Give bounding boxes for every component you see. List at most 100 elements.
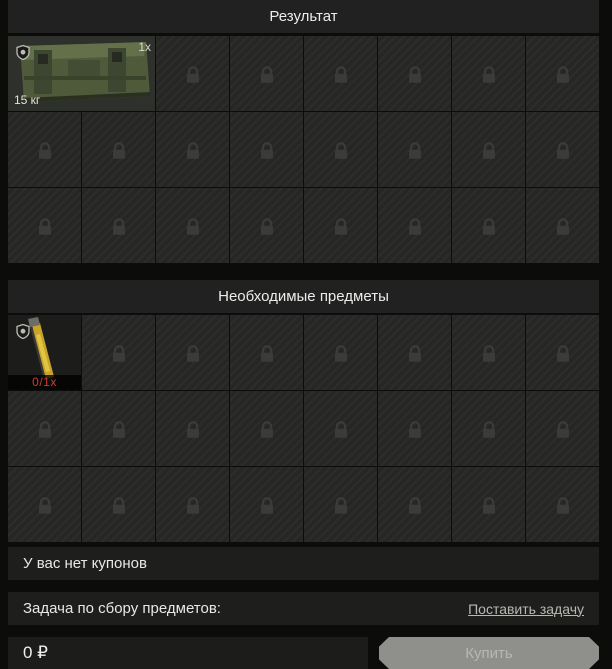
button-edge-left xyxy=(379,637,389,669)
lock-icon xyxy=(482,217,495,235)
locked-slot xyxy=(526,36,599,111)
lock-icon xyxy=(186,217,199,235)
lock-icon xyxy=(112,217,125,235)
task-label: Задача по сбору предметов: xyxy=(23,600,221,617)
lock-icon xyxy=(260,344,273,362)
lock-icon xyxy=(408,420,421,438)
locked-slot xyxy=(304,36,377,111)
lock-icon xyxy=(334,496,347,514)
required-header: Необходимые предметы xyxy=(8,280,599,313)
required-item-slot[interactable]: 0/1x xyxy=(8,315,81,390)
result-header: Результат xyxy=(8,0,599,33)
locked-slot xyxy=(230,112,303,187)
locked-slot xyxy=(156,391,229,466)
lock-icon xyxy=(38,420,51,438)
locked-slot xyxy=(452,467,525,542)
lock-icon xyxy=(260,217,273,235)
lock-icon xyxy=(112,496,125,514)
locked-slot xyxy=(8,391,81,466)
locked-slot xyxy=(452,112,525,187)
lock-icon xyxy=(556,65,569,83)
lock-icon xyxy=(186,420,199,438)
lock-icon xyxy=(408,217,421,235)
lock-icon xyxy=(482,141,495,159)
locked-slot xyxy=(82,315,155,390)
buy-label: Купить xyxy=(465,644,513,662)
lock-icon xyxy=(38,141,51,159)
locked-slot xyxy=(156,315,229,390)
lock-icon xyxy=(38,496,51,514)
lock-icon xyxy=(260,65,273,83)
lock-icon xyxy=(482,344,495,362)
locked-slot xyxy=(526,391,599,466)
result-item-weight: 15 кг xyxy=(14,93,41,107)
locked-slot xyxy=(230,315,303,390)
lock-icon xyxy=(482,496,495,514)
lock-icon xyxy=(112,344,125,362)
set-task-link[interactable]: Поставить задачу xyxy=(468,601,584,617)
locked-slot xyxy=(378,188,451,263)
price-value: 0 ₽ xyxy=(23,643,48,662)
lock-icon xyxy=(112,420,125,438)
locked-slot xyxy=(526,315,599,390)
buy-button[interactable]: Купить xyxy=(379,637,599,669)
lock-icon xyxy=(186,496,199,514)
locked-slot xyxy=(82,391,155,466)
locked-slot xyxy=(156,112,229,187)
lock-icon xyxy=(556,344,569,362)
locked-slot xyxy=(8,467,81,542)
locked-slot xyxy=(82,188,155,263)
lock-icon xyxy=(186,141,199,159)
locked-slot xyxy=(526,467,599,542)
locked-slot xyxy=(304,112,377,187)
locked-slot xyxy=(378,467,451,542)
locked-slot xyxy=(82,467,155,542)
lock-icon xyxy=(408,344,421,362)
locked-slot xyxy=(378,391,451,466)
locked-slot xyxy=(156,188,229,263)
coupons-text: У вас нет купонов xyxy=(23,555,147,572)
lock-icon xyxy=(186,344,199,362)
lock-icon xyxy=(334,141,347,159)
result-item-slot[interactable]: 1x 15 кг xyxy=(8,36,155,111)
locked-slot xyxy=(304,467,377,542)
shield-icon xyxy=(16,324,30,339)
lock-icon xyxy=(482,65,495,83)
price-display: 0 ₽ xyxy=(8,637,368,669)
lock-icon xyxy=(334,65,347,83)
required-item-count: 0/1x xyxy=(8,375,81,390)
locked-slot xyxy=(452,391,525,466)
locked-slot xyxy=(230,467,303,542)
lock-icon xyxy=(334,217,347,235)
result-item-quantity: 1x xyxy=(138,40,151,54)
locked-slot xyxy=(230,391,303,466)
locked-slot xyxy=(304,391,377,466)
lock-icon xyxy=(556,217,569,235)
locked-slot xyxy=(304,188,377,263)
locked-slot xyxy=(304,315,377,390)
lock-icon xyxy=(408,141,421,159)
lock-icon xyxy=(556,141,569,159)
lock-icon xyxy=(260,420,273,438)
locked-slot xyxy=(378,112,451,187)
lock-icon xyxy=(334,344,347,362)
locked-slot xyxy=(452,188,525,263)
lock-icon xyxy=(334,420,347,438)
button-edge-right xyxy=(589,637,599,669)
lock-icon xyxy=(408,65,421,83)
locked-slot xyxy=(452,36,525,111)
shield-icon xyxy=(16,45,30,60)
locked-slot xyxy=(156,36,229,111)
lock-icon xyxy=(260,141,273,159)
required-grid: 0/1x xyxy=(8,315,599,542)
lock-icon xyxy=(112,141,125,159)
task-bar: Задача по сбору предметов: Поставить зад… xyxy=(8,592,599,625)
locked-slot xyxy=(452,315,525,390)
lock-icon xyxy=(260,496,273,514)
result-grid: 1x 15 кг xyxy=(8,36,599,263)
locked-slot xyxy=(82,112,155,187)
coupons-bar: У вас нет купонов xyxy=(8,547,599,580)
lock-icon xyxy=(556,420,569,438)
result-title: Результат xyxy=(269,8,338,25)
locked-slot xyxy=(230,188,303,263)
